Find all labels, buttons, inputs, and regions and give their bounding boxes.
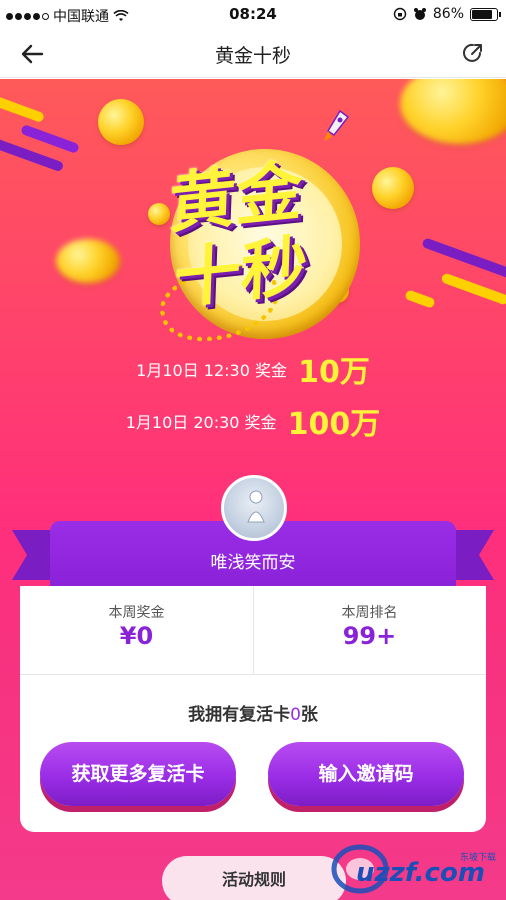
share-icon[interactable] — [460, 40, 486, 66]
weekly-rank-label: 本周排名 — [341, 605, 398, 621]
watermark-small-text: 东坡下载 — [460, 853, 497, 863]
alarm-icon — [413, 8, 426, 20]
weekly-prize-value: ¥0 — [119, 622, 154, 650]
decor-stripe — [404, 289, 436, 309]
username: 唯浅笑而安 — [210, 553, 296, 573]
decor-stripe — [0, 94, 46, 124]
coin-decor — [98, 99, 144, 145]
status-bar: 中国联通 08:24 86% — [0, 0, 506, 30]
get-more-revive-cards-button[interactable]: 获取更多复活卡 — [40, 742, 236, 806]
stats-card: 本周奖金 ¥0 本周排名 99+ 我拥有复活卡0张 获取更多复活卡 输入邀请码 — [20, 586, 486, 832]
prize-amount-2: 100万 — [287, 407, 381, 442]
status-right: 86% — [393, 6, 501, 22]
prize-line-1: 1月10日 12:30 奖金 10万 — [0, 347, 506, 391]
decor-stripe — [421, 237, 506, 281]
revive-prefix: 我拥有复活卡 — [188, 705, 291, 725]
battery-icon — [470, 7, 501, 21]
enter-invite-code-button[interactable]: 输入邀请码 — [268, 742, 464, 806]
prize-schedule-1: 1月10日 12:30 奖金 — [136, 361, 287, 380]
prize-line-2: 1月10日 20:30 奖金 100万 — [0, 399, 506, 443]
decor-stripe — [440, 272, 506, 306]
prize-schedule-2: 1月10日 20:30 奖金 — [125, 413, 277, 432]
coin-decor — [56, 239, 120, 283]
activity-rules-button[interactable]: 活动规则 — [162, 856, 346, 900]
nav-bar: 黄金十秒 — [0, 30, 506, 78]
weekly-rank-value: 99+ — [342, 622, 397, 650]
prize-amount-1: 10万 — [298, 355, 370, 390]
revive-count: 0 — [290, 705, 301, 725]
revive-suffix: 张 — [300, 705, 318, 725]
avatar[interactable] — [221, 475, 287, 541]
battery-fill — [472, 9, 492, 19]
logo-text-line2: 十秒 — [172, 227, 309, 318]
avatar-figure-icon — [247, 490, 265, 523]
rotation-lock-icon — [393, 7, 407, 21]
card-divider — [20, 674, 486, 675]
coin-decor — [400, 79, 506, 144]
page-title: 黄金十秒 — [214, 45, 291, 67]
battery-percent: 86% — [432, 6, 464, 22]
revive-card-info: 我拥有复活卡0张 — [20, 700, 486, 725]
weekly-prize-label: 本周奖金 — [108, 605, 165, 621]
rocket-icon — [324, 109, 350, 141]
